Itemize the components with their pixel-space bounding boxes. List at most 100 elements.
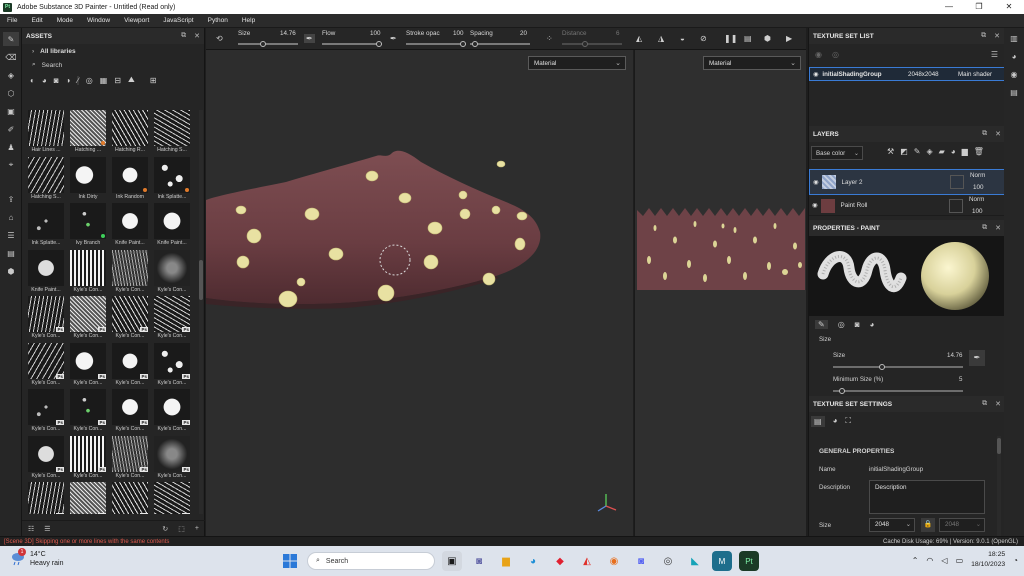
layer-row-layer2[interactable]: ◉ Layer 2 Norm 100 [809,169,1005,195]
discord-icon[interactable]: ◙ [631,551,651,571]
asset-item[interactable]: Hatching S... [152,110,192,157]
brush-tab-icon[interactable]: ✎ [815,320,828,329]
filter-smart-materials-icon[interactable]: ◕ [42,76,47,85]
filter-list-icon[interactable]: ☷ [28,525,34,533]
filter-textures-icon[interactable]: ◑ [66,76,71,85]
undock-icon[interactable]: ⧉ [982,224,987,232]
lock-icon[interactable]: 🔒 [921,518,935,532]
ts-size-select[interactable]: 2048 ⌄ [869,518,915,532]
eye-icon[interactable]: ◉ [813,71,818,78]
material-tab-icon[interactable]: ◎ [838,320,845,329]
maya-icon[interactable]: M [712,551,732,571]
add-paint-layer-icon[interactable]: ✎ [914,147,921,156]
paint-brush-icon[interactable]: ✎ [3,32,19,46]
menu-list-icon[interactable]: ☰ [991,50,998,59]
sort-icon[interactable]: ☰ [44,525,50,533]
asset-item[interactable]: Hatching ... [68,110,108,157]
delete-icon[interactable]: 🗑 [974,147,984,156]
geometry-mask-icon[interactable]: ⬡ [3,86,19,100]
asset-item[interactable]: PsKyle's Con... [26,389,66,436]
filter-patterns-icon[interactable]: ▦ [100,76,108,85]
menu-edit[interactable]: Edit [24,17,49,24]
pause-icon[interactable]: ❚❚ [724,34,737,43]
filter-images-icon[interactable]: ⛰ [128,75,135,85]
shader-settings-icon[interactable]: ◉ [1007,70,1021,82]
viewport-3d[interactable]: Material ⌄ [206,50,633,536]
library-selector[interactable]: › All libraries [22,44,204,58]
undock-icon[interactable]: ⧉ [982,400,987,408]
mirror-icon[interactable]: ◮ [658,34,664,43]
display-settings-icon[interactable]: ◕ [1007,52,1021,64]
menu-javascript[interactable]: JavaScript [156,17,200,24]
asset-item[interactable]: PsKyle's Con... [26,482,66,514]
asset-item[interactable]: PsKyle's Con... [68,342,108,390]
assets-search-input[interactable]: Search [42,62,63,69]
layer-row-paint-roll[interactable]: ◉ Paint Roll Norm 100 [809,196,1005,216]
asset-item[interactable]: PsKyle's Con... [152,482,192,514]
color-picker-icon[interactable]: ⌖ [3,158,19,172]
clock[interactable]: 18:25 18/10/2023 [971,550,1005,570]
asset-item[interactable]: Ink Splatte... [152,156,192,204]
eye-icon[interactable]: ◉ [812,202,818,209]
asset-item[interactable]: Ink Splatte... [26,203,66,250]
filter-particles-icon[interactable]: ◎ [86,76,93,85]
asset-item[interactable]: Kyle's Con... [152,249,192,297]
bird-app-icon[interactable]: ◣ [685,551,705,571]
asset-item[interactable]: PsKyle's Con... [68,482,108,514]
settings-tab-icon[interactable]: ▤ [811,416,825,427]
blender-icon[interactable]: ◎ [658,551,678,571]
uv-tab-icon[interactable]: ⛶ [845,416,851,427]
new-folder-icon[interactable]: ⬚ [178,525,185,533]
close-icon[interactable]: ✕ [994,32,1000,40]
polygon-fill-icon[interactable]: ▣ [3,104,19,118]
asset-item[interactable]: PsKyle's Con... [152,296,192,343]
asset-item[interactable]: PsKyle's Con... [110,296,150,343]
stroke-opacity-slider[interactable] [406,41,466,47]
red-app-icon[interactable]: ◆ [550,551,570,571]
pen-pressure-icon[interactable]: ✒ [304,34,315,43]
visibility-icon[interactable]: ◉ [815,50,822,59]
menu-mode[interactable]: Mode [50,17,80,24]
smudge-icon[interactable]: ✐ [3,122,19,136]
layer-blend-mode[interactable]: Norm [969,196,984,203]
eraser-icon[interactable]: ⌫ [3,50,19,64]
asset-item[interactable]: Knife Paint... [110,203,150,250]
asset-item[interactable]: PsKyle's Con... [26,435,66,483]
add-mask-icon[interactable]: ◩ [900,147,908,156]
asset-item[interactable]: PsKyle's Con... [26,296,66,343]
teams-chat-icon[interactable]: ◙ [469,551,489,571]
asset-item[interactable]: Hatching R... [110,110,150,157]
asset-item[interactable]: PsKyle's Con... [152,389,192,436]
windows-start-icon[interactable] [280,551,300,571]
asset-item[interactable]: Ink Random [110,156,150,204]
solo-icon[interactable]: ◎ [832,50,839,59]
symmetry-icon[interactable]: ◭ [636,34,642,43]
min-size-slider[interactable] [833,388,963,394]
spacing-value[interactable]: 20 [520,30,527,37]
refresh-icon[interactable]: ↻ [162,525,168,533]
substance-painter-taskbar-icon[interactable]: Pt [739,551,759,571]
filter-environments-icon[interactable]: ⊟ [114,76,121,85]
undock-icon[interactable]: ⧉ [981,32,986,40]
add-icon[interactable]: + [195,525,199,532]
lazy-mouse-icon[interactable]: ⟲ [216,34,223,43]
channel-select[interactable]: Base color ⌄ [811,146,863,160]
prop-size-slider[interactable] [833,364,963,370]
asset-item[interactable]: Ink Dirty [68,156,108,204]
mesh-maps-tab-icon[interactable]: ◕ [833,416,838,427]
history-icon[interactable]: ▤ [1007,88,1021,100]
asset-item[interactable]: PsKyle's Con... [110,482,150,514]
layer-opacity[interactable]: 100 [973,184,984,191]
asset-item[interactable]: Kyle's Con... [110,249,150,297]
task-view-icon[interactable]: ▣ [442,551,462,571]
texture-set-item[interactable]: ◉ initialShadingGroup 2048x2048 Main sha… [809,67,1005,81]
file-explorer-icon[interactable]: ▆ [496,551,516,571]
close-icon[interactable]: ✕ [995,130,1001,138]
wifi-icon[interactable]: ◠ [926,556,933,565]
eye-icon[interactable]: ◉ [813,179,819,186]
layer-mask-slot[interactable] [950,175,964,189]
size-value[interactable]: 14.76 [280,30,296,37]
document-icon[interactable]: ▤ [3,246,19,260]
hide-icon[interactable]: ⊘ [700,34,707,43]
asset-item[interactable]: Hatching S... [26,156,66,204]
